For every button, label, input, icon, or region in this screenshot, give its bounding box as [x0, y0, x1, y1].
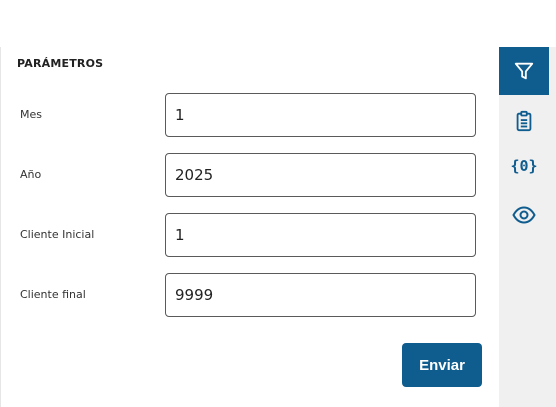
submit-button[interactable]: Enviar — [402, 343, 482, 387]
year-label: Año — [20, 168, 42, 181]
year-input[interactable] — [165, 153, 476, 197]
filter-icon — [513, 60, 535, 82]
right-sidebar: {0} — [499, 47, 556, 407]
end-client-label: Cliente final — [20, 288, 86, 301]
sidebar-item-clipboard[interactable] — [499, 97, 549, 145]
month-input[interactable] — [165, 93, 476, 137]
page: PARÁMETROS Mes Año Cliente Inicial Clien… — [0, 0, 556, 407]
clipboard-icon — [514, 110, 534, 132]
start-client-label: Cliente Inicial — [20, 228, 95, 241]
parameters-panel: PARÁMETROS Mes Año Cliente Inicial Clien… — [0, 47, 499, 407]
sidebar-item-variables[interactable]: {0} — [499, 142, 549, 190]
end-client-input[interactable] — [165, 273, 476, 317]
month-label: Mes — [20, 108, 42, 121]
panel-title: PARÁMETROS — [17, 57, 104, 70]
variables-icon: {0} — [510, 157, 538, 175]
sidebar-item-filter[interactable] — [499, 47, 549, 95]
eye-icon — [512, 206, 536, 224]
sidebar-item-preview[interactable] — [499, 191, 549, 239]
start-client-input[interactable] — [165, 213, 476, 257]
